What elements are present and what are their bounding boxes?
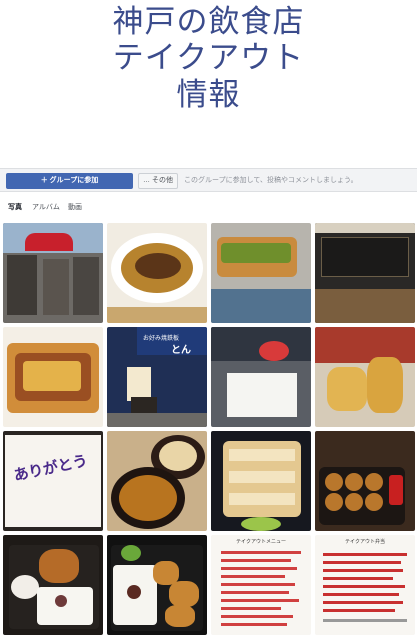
tab-videos[interactable]: 動画: [68, 202, 82, 212]
photo-takeout-menu-sign[interactable]: [211, 327, 311, 427]
tab-photos[interactable]: 写真: [8, 202, 22, 212]
photo-okonomiyaki-takeout[interactable]: [211, 223, 311, 323]
group-action-bar: ＋ グループに参加 … その他 このグループに参加して、投稿やコメントしましょう…: [0, 168, 417, 192]
photo-thank-you-card[interactable]: ありがとう: [3, 431, 103, 531]
photo-grid: お好み焼鉄板 とん ありがとう テイクアウトメニュー テイクアウト弁当: [3, 223, 415, 636]
photo-takoyaki[interactable]: [315, 431, 415, 531]
shop-sign-name: とん: [171, 345, 191, 356]
menu-list-title: テイクアウトメニュー: [236, 539, 286, 545]
tab-albums[interactable]: アルバム: [32, 202, 60, 212]
photo-tempura[interactable]: [315, 327, 415, 427]
photo-takeout-bento-list[interactable]: テイクアウト弁当: [315, 535, 415, 635]
photo-yakisoba-plate[interactable]: [107, 223, 207, 323]
photo-karaage-bento[interactable]: [3, 535, 103, 635]
photo-okonomiyaki-shop[interactable]: お好み焼鉄板 とん: [107, 327, 207, 427]
bento-list-title: テイクアウト弁当: [345, 539, 385, 545]
media-tabs: 写真 アルバム 動画: [0, 196, 417, 220]
photo-storefront[interactable]: [3, 223, 103, 323]
photo-korokke-bento[interactable]: [107, 535, 207, 635]
cover-title-line-2: テイクアウト: [112, 40, 305, 76]
cover-title-area: 神戸の飲食店 テイクアウト 情報: [0, 0, 417, 160]
photo-takeout-menu-list[interactable]: テイクアウトメニュー: [211, 535, 311, 635]
cover-title-line-1: 神戸の飲食店: [112, 4, 305, 40]
join-group-button[interactable]: ＋ グループに参加: [6, 173, 133, 189]
photo-menu-wall[interactable]: [315, 223, 415, 323]
photo-sandwiches[interactable]: [211, 431, 311, 531]
photo-udon-bowls[interactable]: [107, 431, 207, 531]
photo-okonomiyaki-box[interactable]: [3, 327, 103, 427]
more-options-button[interactable]: … その他: [138, 173, 178, 189]
join-prompt-text: このグループに参加して、投稿やコメントしましょう。: [184, 177, 358, 184]
cover-title-line-3: 情報: [176, 77, 241, 113]
